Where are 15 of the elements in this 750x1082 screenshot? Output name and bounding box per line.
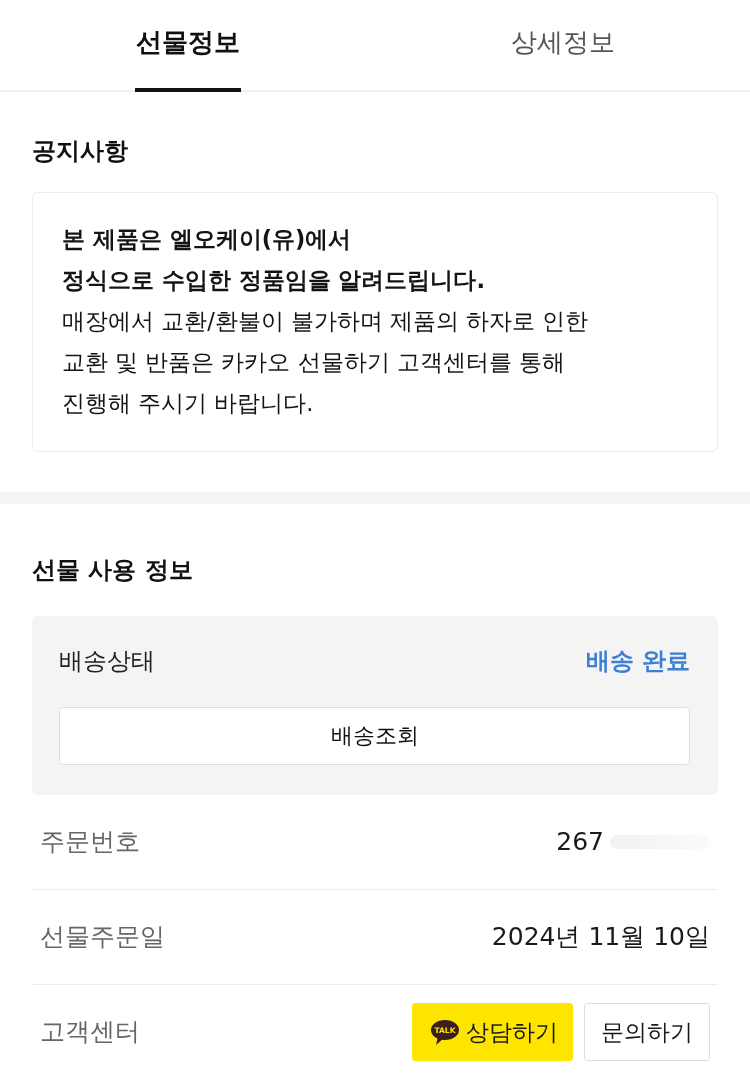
row-label: 고객센터 [40, 1016, 140, 1048]
tab[interactable]: 선물정보 [134, 0, 241, 92]
row-value: 267 [556, 826, 604, 858]
row-value: 2024년 11월 10일 [491, 921, 710, 953]
section-heading: 공지사항 [32, 136, 128, 166]
inquiry-button[interactable]: 문의하기 [584, 1003, 710, 1061]
delivery-status: 배송 완료 [585, 646, 690, 676]
section-heading: 선물 사용 정보 [32, 555, 193, 585]
tab[interactable]: 상세정보 [509, 0, 616, 92]
row-label: 주문번호 [40, 826, 140, 858]
row-label: 선물주문일 [40, 921, 165, 953]
delivery-label: 배송상태 [59, 646, 155, 676]
notice-headline: 본 제품은 엘오케이(유)에서 정식으로 수입한 정품임을 알려드립니다. [62, 225, 486, 295]
track-delivery-button[interactable]: 배송조회 [59, 707, 690, 765]
notice-text: 매장에서 교환/환불이 불가하며 제품의 하자로 인한 교환 및 반품은 카카오 선물하기 고객센터를 통해 진행해 주시기 바랍니다. [62, 307, 589, 418]
